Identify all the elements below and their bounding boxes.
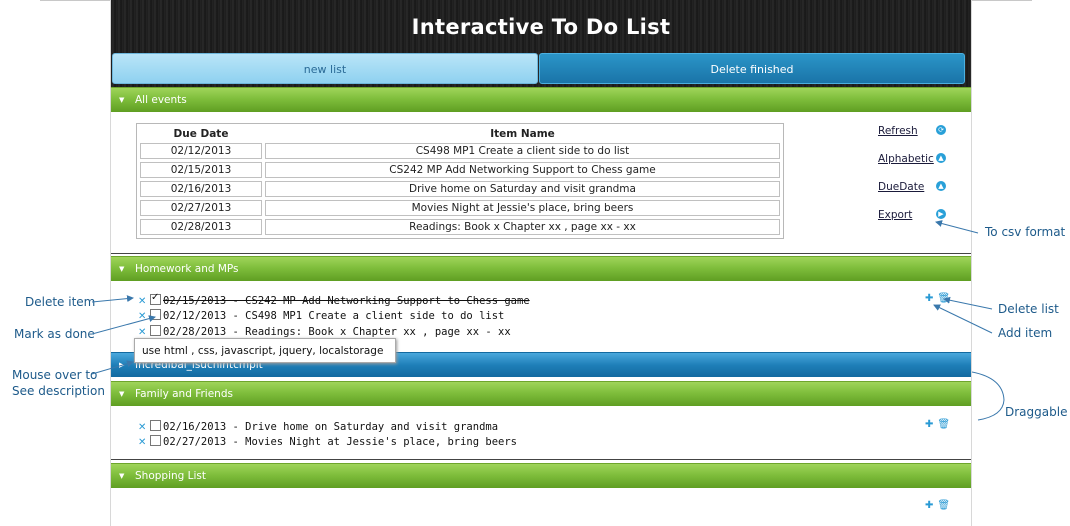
annotation-arrows <box>91 220 1005 421</box>
description-tooltip: use html , css, javascript, jquery, loca… <box>134 338 396 363</box>
